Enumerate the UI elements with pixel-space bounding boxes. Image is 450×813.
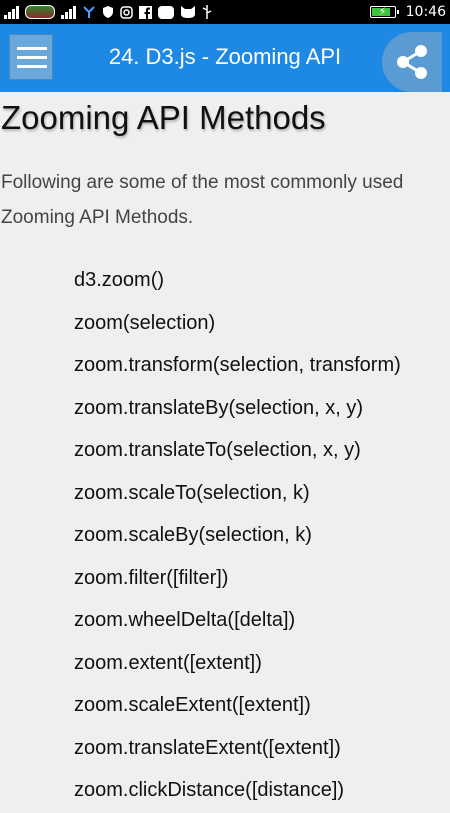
menu-button[interactable] [9, 34, 53, 80]
zalo-icon [158, 5, 174, 19]
page-heading: Zooming API Methods [1, 99, 326, 136]
cat-icon [181, 6, 195, 18]
vpn-icon [103, 6, 113, 18]
signal-icon [4, 5, 19, 19]
status-bar-left [4, 2, 212, 22]
list-item: zoom.scaleBy(selection, k) [74, 524, 312, 546]
list-item: zoom.scaleTo(selection, k) [74, 481, 310, 504]
list-item: d3.zoom() [74, 269, 165, 291]
app-title: 24. D3.js - Zooming API [108, 44, 342, 69]
status-bar-right: ⚡ 10:46 [369, 2, 446, 22]
instagram-icon [120, 5, 133, 19]
usb-icon [202, 5, 212, 19]
status-bar: ⚡ 10:46 [0, 0, 450, 24]
share-button[interactable] [382, 32, 442, 92]
list-item: zoom.transform(selection, transform) [74, 354, 401, 376]
list-item: zoom.translateTo(selection, x, y) [74, 439, 361, 461]
list-item: zoom.clickDistance([distance]) [74, 779, 345, 801]
list-item: zoom(selection) [74, 311, 216, 334]
signal-icon [61, 5, 76, 19]
methods-list: d3.zoom() zoom(selection) zoom.transform… [74, 260, 401, 813]
network-icon [83, 6, 95, 18]
list-item: zoom.extent([extent]) [74, 651, 262, 674]
list-item: zoom.translateBy(selection, x, y) [74, 396, 363, 419]
share-icon [397, 45, 427, 79]
app-bar: 24. D3.js - Zooming API [0, 24, 450, 92]
list-item: zoom.filter([filter]) [74, 566, 229, 589]
list-item: zoom.wheelDelta([delta]) [74, 609, 296, 631]
list-item: zoom.scaleExtent([extent]) [74, 694, 311, 716]
battery-icon: ⚡ [369, 5, 399, 18]
carrier-icon [25, 5, 55, 19]
list-item: zoom.translateExtent([extent]) [74, 736, 341, 759]
facebook-icon [139, 5, 152, 19]
status-time: 10:46 [405, 4, 446, 20]
intro-paragraph: Following are some of the most commonly … [1, 172, 404, 228]
